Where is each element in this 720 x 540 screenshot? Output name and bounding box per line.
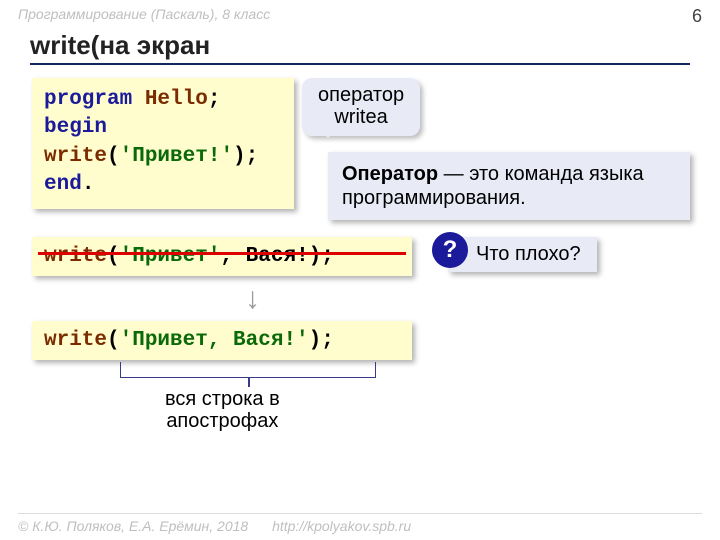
question-box: Что плохо? xyxy=(448,237,597,272)
definition-term: Оператор xyxy=(342,163,438,185)
operator-callout: оператор writeа xyxy=(302,78,420,136)
callout-line2: writeа xyxy=(318,106,404,128)
code-main-block: program Hello; begin write('Привет!'); e… xyxy=(32,78,294,209)
copyright: © К.Ю. Поляков, Е.А. Ерёмин, 2018 xyxy=(18,518,248,534)
header-bar: Программирование (Паскаль), 8 класс 6 xyxy=(18,6,702,22)
code-line: end. xyxy=(44,171,282,199)
course-label: Программирование (Паскаль), 8 класс xyxy=(18,6,270,22)
code-bad-block: write('Привет', Вася!); xyxy=(32,237,412,276)
code-line: program Hello; xyxy=(44,86,282,114)
page-title: write(на экран xyxy=(30,30,690,65)
code-line: begin xyxy=(44,114,282,142)
annotation-bracket xyxy=(120,362,376,378)
callout-line1: оператор xyxy=(318,84,404,106)
code-good-block: write('Привет, Вася!'); xyxy=(32,321,412,360)
page-number: 6 xyxy=(692,6,702,27)
arrow-down-icon: ↓ xyxy=(245,282,260,316)
footer-url: http://kpolyakov.spb.ru xyxy=(272,518,411,534)
bracket-label: вся строка в апострофах xyxy=(165,388,280,432)
code-line: write('Привет!'); xyxy=(44,143,282,171)
question-mark-icon: ? xyxy=(432,232,468,268)
footer: © К.Ю. Поляков, Е.А. Ерёмин, 2018 http:/… xyxy=(18,513,702,534)
strikethrough-line xyxy=(38,252,406,255)
definition-box: Оператор — это команда языка программиро… xyxy=(328,152,690,220)
